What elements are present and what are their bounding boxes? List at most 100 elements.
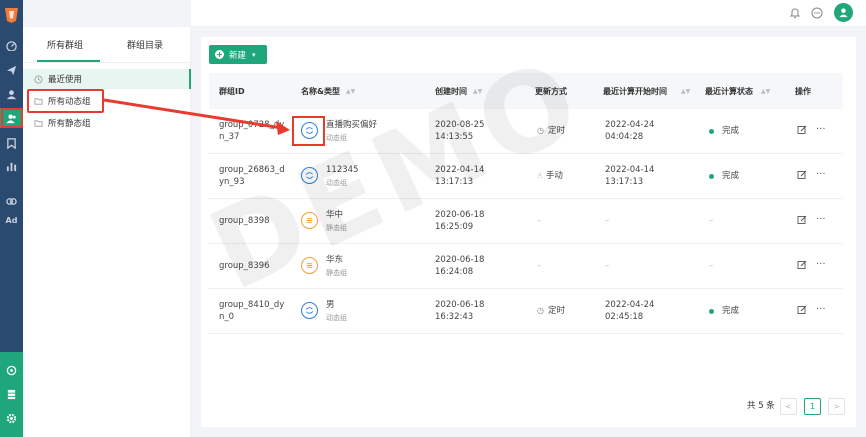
send-icon[interactable] — [0, 60, 23, 80]
new-button-label: 新建 — [229, 50, 247, 61]
settings-icon[interactable] — [0, 408, 23, 428]
group-item-all-static[interactable]: 所有静态组 — [23, 113, 191, 133]
sort-icon[interactable]: ▲▼ — [761, 86, 770, 97]
group-name[interactable]: 直播购买偏好 动态组 — [326, 119, 377, 144]
status-dot — [709, 128, 714, 134]
group-type: 动态组 — [326, 179, 347, 187]
created-time: 2020-06-18 16:24:08 — [435, 255, 485, 277]
sort-icon[interactable]: ▲▼ — [346, 86, 355, 97]
new-button[interactable]: + 新建 ▾ — [209, 45, 267, 64]
static-group-icon — [301, 212, 318, 229]
update-method: – — [537, 261, 542, 271]
row-actions: ··· — [797, 214, 826, 226]
last-start-time: 2022-04-24 02:45:18 — [605, 300, 655, 322]
sort-icon[interactable]: ▲▼ — [681, 86, 690, 97]
edit-icon[interactable] — [797, 305, 807, 315]
type-icon-highlight-box — [292, 116, 325, 146]
last-start-time: 2022-04-24 04:04:28 — [605, 120, 655, 142]
edit-icon[interactable] — [797, 260, 807, 270]
group-item-label: 最近使用 — [48, 75, 83, 85]
column-header-created[interactable]: 创建时间 ▲▼ — [435, 73, 482, 109]
status-badge: – — [709, 261, 714, 271]
last-start-time: – — [605, 216, 610, 226]
user-icon[interactable] — [0, 84, 23, 104]
clock-icon: ◷ — [537, 126, 544, 135]
column-header-id: 群组ID — [219, 86, 245, 96]
clock-icon — [34, 74, 43, 84]
refresh-icon[interactable] — [0, 360, 23, 380]
status-badge: – — [709, 216, 714, 226]
group-item-highlight-box — [27, 89, 104, 113]
table-row[interactable]: group_8396 华东 静态组 2020-06-18 16:24:08 – –… — [209, 244, 843, 289]
table-row[interactable]: group_26863_dyn_93 112345 动态组 2022-04-14 … — [209, 154, 843, 199]
app-logo-icon — [5, 8, 18, 23]
more-icon[interactable]: ··· — [816, 169, 826, 181]
row-actions: ··· — [797, 169, 826, 181]
column-header-name[interactable]: 名称&类型 ▲▼ — [301, 73, 355, 109]
plus-icon: + — [215, 50, 224, 59]
edit-icon[interactable] — [797, 170, 807, 180]
group-name[interactable]: 华东 静态组 — [326, 254, 347, 279]
database-icon[interactable] — [0, 384, 23, 404]
column-header-update: 更新方式 — [535, 86, 567, 96]
update-method: – — [537, 216, 542, 226]
group-name[interactable]: 男动态组 — [326, 299, 347, 324]
user-avatar-icon — [839, 8, 848, 18]
edit-icon[interactable] — [797, 215, 807, 225]
more-icon[interactable]: ··· — [816, 214, 826, 226]
link-icon[interactable] — [0, 191, 23, 211]
group-name[interactable]: 华中 静态组 — [326, 209, 347, 234]
column-header-last-status[interactable]: 最近计算状态 ▲▼ — [705, 73, 785, 109]
created-time: 2020-06-18 16:25:09 — [435, 210, 485, 232]
status-badge: 完成 — [709, 305, 739, 317]
group-item-recent[interactable]: 最近使用 — [23, 69, 191, 89]
dashboard-icon[interactable] — [0, 35, 23, 55]
ad-nav-item[interactable]: Ad — [0, 216, 23, 225]
column-header-last-start[interactable]: 最近计算开始时间 ▲▼ — [603, 73, 693, 109]
nav-bottom-bar — [0, 352, 23, 437]
table-header: 群组ID 名称&类型 ▲▼ 创建时间 ▲▼ 更新方式 最近计算开始时间 ▲▼ 最近计算… — [209, 73, 843, 109]
group-item-label: 所有静态组 — [48, 119, 91, 129]
dynamic-group-icon — [301, 167, 318, 184]
more-icon[interactable]: ··· — [816, 259, 826, 271]
message-icon[interactable] — [811, 7, 823, 19]
hand-icon: ☝ — [537, 171, 542, 180]
update-method: ◷ 定时 — [537, 126, 565, 136]
main-card: + 新建 ▾ 群组ID 名称&类型 ▲▼ 创建时间 ▲▼ 更新方式 最近计算开始时间… — [201, 37, 856, 427]
created-time: 2022-04-14 13:17:13 — [435, 165, 485, 187]
avatar[interactable] — [834, 3, 853, 22]
table-row[interactable]: group_8410_dyn_0 男动态组 2020-06-18 16:32:4… — [209, 289, 843, 334]
tab-all-groups[interactable]: 所有群组 — [47, 38, 83, 51]
row-actions: ··· — [797, 124, 826, 136]
group-type: 动态组 — [326, 314, 347, 322]
more-icon[interactable]: ··· — [816, 124, 826, 136]
more-icon[interactable]: ··· — [816, 304, 826, 316]
static-group-icon — [301, 257, 318, 274]
folder-icon — [34, 119, 43, 128]
table-row[interactable]: group_8398 华中 静态组 2020-06-18 16:25:09 – –… — [209, 199, 843, 244]
group-type: 静态组 — [326, 269, 347, 277]
next-page-button[interactable]: > — [828, 398, 845, 415]
prev-page-button[interactable]: < — [780, 398, 797, 415]
column-header-ops: 操作 — [795, 86, 811, 96]
tab-group-directory[interactable]: 群组目录 — [127, 38, 163, 51]
group-id: group_8398 — [219, 216, 270, 226]
created-time: 2020-08-25 14:13:55 — [435, 120, 485, 142]
dynamic-group-icon — [301, 302, 318, 319]
group-name[interactable]: 112345 动态组 — [326, 164, 358, 189]
bar-chart-icon[interactable] — [0, 156, 23, 176]
update-method: ☝ 手动 — [537, 171, 563, 181]
page-button[interactable]: 1 — [804, 398, 821, 415]
status-badge: 完成 — [709, 125, 739, 137]
sort-icon[interactable]: ▲▼ — [473, 86, 482, 97]
group-type: 静态组 — [326, 224, 347, 232]
edit-icon[interactable] — [797, 125, 807, 135]
group-tabs: 所有群组 群组目录 — [23, 27, 191, 63]
group-id: group_8410_dyn_0 — [219, 300, 285, 322]
bookmark-icon[interactable] — [0, 133, 23, 153]
chevron-down-icon: ▾ — [252, 50, 256, 59]
bell-icon[interactable] — [789, 7, 801, 19]
last-start-time: – — [605, 261, 610, 271]
group-type: 动态组 — [326, 134, 347, 142]
row-actions: ··· — [797, 304, 826, 316]
